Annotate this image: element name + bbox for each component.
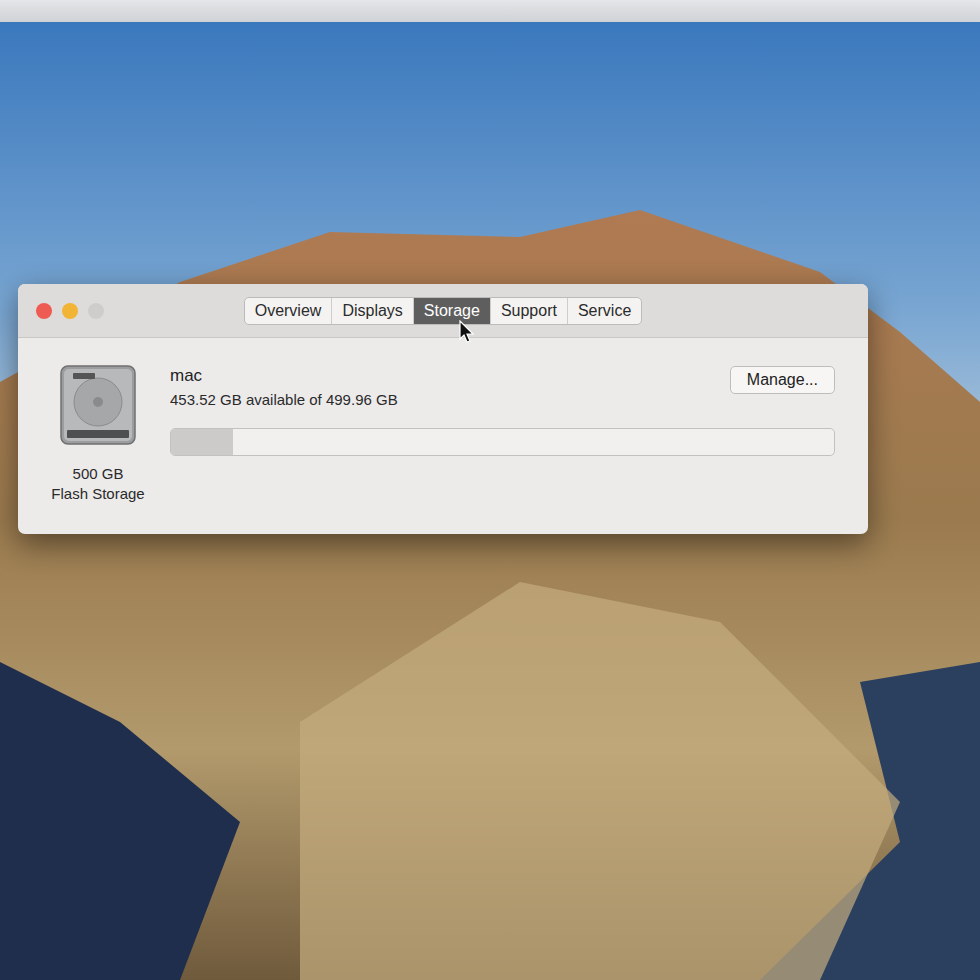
desktop: OverviewDisplaysStorageSupportService 50… xyxy=(0,22,980,980)
close-icon[interactable] xyxy=(36,303,52,319)
tab[interactable]: Storage xyxy=(414,298,491,324)
disk-info: mac 453.52 GB available of 499.96 GB Man… xyxy=(170,364,835,504)
manage-button[interactable]: Manage... xyxy=(730,366,835,394)
disk-capacity: 500 GB xyxy=(73,464,124,484)
about-window: OverviewDisplaysStorageSupportService 50… xyxy=(18,284,868,534)
hard-drive-icon xyxy=(59,364,137,446)
minimize-icon[interactable] xyxy=(62,303,78,319)
storage-used-fill xyxy=(171,429,233,455)
disk-type: Flash Storage xyxy=(51,484,144,504)
disk-available: 453.52 GB available of 499.96 GB xyxy=(170,390,398,410)
cursor-icon xyxy=(459,320,475,344)
zoom-icon xyxy=(88,303,104,319)
screen-bezel xyxy=(0,0,980,22)
disk-name: mac xyxy=(170,366,398,386)
tab[interactable]: Overview xyxy=(245,298,333,324)
tab[interactable]: Support xyxy=(491,298,568,324)
title-bar: OverviewDisplaysStorageSupportService xyxy=(18,284,868,338)
disk-summary: 500 GB Flash Storage xyxy=(40,364,156,504)
tab-bar: OverviewDisplaysStorageSupportService xyxy=(244,297,643,325)
storage-bar xyxy=(170,428,835,456)
storage-pane: 500 GB Flash Storage mac 453.52 GB avail… xyxy=(18,338,868,534)
tab[interactable]: Displays xyxy=(332,298,413,324)
tab[interactable]: Service xyxy=(568,298,641,324)
